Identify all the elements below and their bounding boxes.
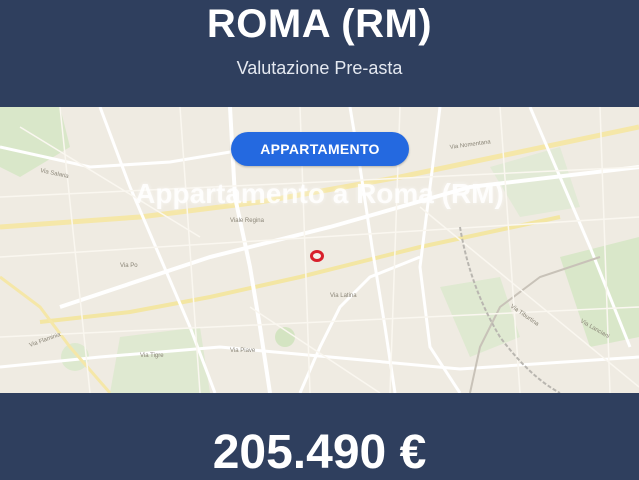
svg-text:Via Latina: Via Latina xyxy=(330,293,357,299)
map-title: Appartamento a Roma (RM) xyxy=(135,178,504,209)
footer: 205.490 € xyxy=(0,393,639,480)
header: ROMA (RM) Valutazione Pre-asta xyxy=(0,0,639,107)
svg-text:Via Piave: Via Piave xyxy=(230,348,256,354)
svg-text:Via Tigre: Via Tigre xyxy=(140,353,164,359)
location-marker-icon[interactable] xyxy=(310,250,324,262)
property-type-badge[interactable]: APPARTAMENTO xyxy=(231,132,409,166)
svg-text:Via Po: Via Po xyxy=(120,263,138,269)
subtitle: Valutazione Pre-asta xyxy=(236,58,403,78)
svg-text:Viale Regina: Viale Regina xyxy=(230,218,265,224)
price-value: 205.490 € xyxy=(212,426,427,479)
city-title: ROMA (RM) xyxy=(206,2,433,46)
